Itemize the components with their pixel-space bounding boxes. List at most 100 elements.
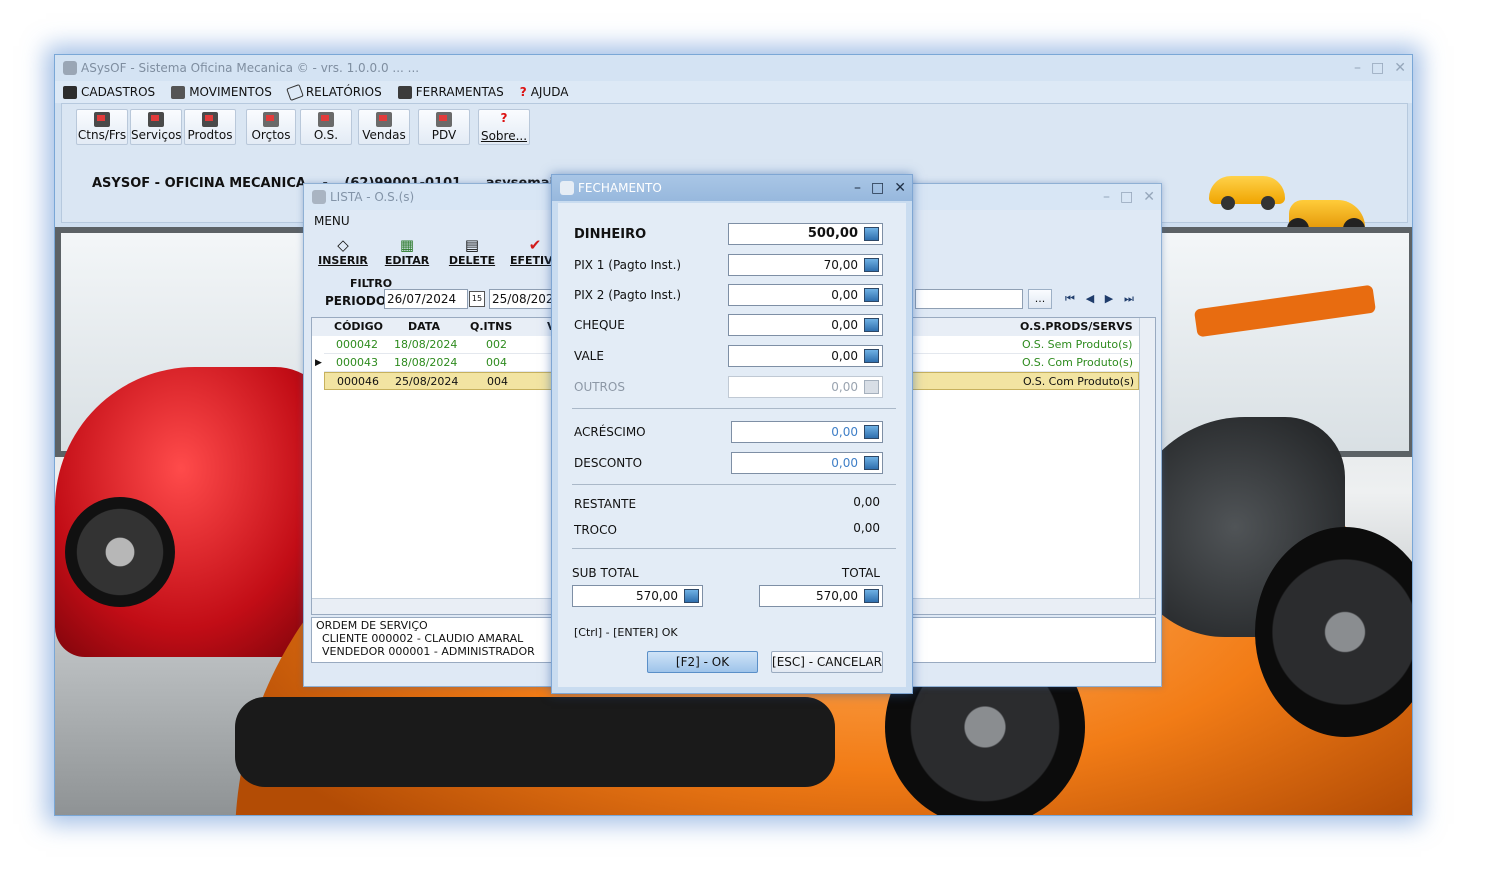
toolbar-produtos-button[interactable]: Prodtos [184,109,236,145]
restante-label: RESTANTE [574,497,637,511]
prev-record-icon[interactable]: ◀ [1082,289,1098,309]
calculator-icon[interactable] [864,318,879,332]
sobre-icon: ? [500,111,508,125]
title-bar: ASysOF - Sistema Oficina Mecanica © - vr… [55,55,1412,81]
calculator-icon[interactable] [864,349,879,363]
os-icon [318,112,334,127]
menu-cadastros[interactable]: CADASTROS [63,85,155,99]
menu-movimentos[interactable]: MOVIMENTOS [171,85,272,99]
ok-button[interactable]: [F2] - OK [647,651,758,673]
trash-icon: ▤ [464,236,480,254]
ellipsis-button[interactable]: ... [1028,289,1052,309]
row-qitns: 004 [487,375,508,388]
maximize-icon[interactable]: □ [1371,55,1384,81]
fechamento-title: FECHAMENTO [578,181,662,195]
fechamento-maximize-icon[interactable]: □ [871,175,884,201]
col-codigo-header[interactable]: CÓDIGO [334,318,384,336]
menu-bar: CADASTROS MOVIMENTOS RELATÓRIOS FERRAMEN… [55,81,1412,103]
toolbar-os-button[interactable]: O.S. [300,109,352,145]
menu-relatorios[interactable]: RELATÓRIOS [286,83,382,101]
row-status: O.S. Sem Produto(s) [1022,338,1133,351]
menu-ferramentas[interactable]: FERRAMENTAS [397,85,504,99]
total-field[interactable]: 570,00 [759,585,883,607]
desconto-field[interactable]: 0,00 [731,452,883,474]
calculator-icon[interactable] [864,288,879,302]
pix2-label: PIX 2 (Pagto Inst.) [574,288,682,302]
desconto-label: DESCONTO [574,456,643,470]
acrescimo-field[interactable]: 0,00 [731,421,883,443]
inserir-button[interactable]: ◇ INSERIR [318,236,368,270]
col-data-header[interactable]: DATA [408,318,440,336]
last-record-icon[interactable]: ⏭ [1121,289,1137,309]
company-name: ASYSOF - OFICINA MECANICA [92,176,306,191]
app-icon [63,61,77,75]
pix1-label: PIX 1 (Pagto Inst.) [574,258,682,272]
row-data: 18/08/2024 [394,356,458,369]
restante-value: 0,00 [853,495,880,509]
vale-label: VALE [574,349,604,363]
minimize-icon[interactable]: – [1354,55,1361,81]
row-qitns: 002 [486,338,507,351]
close-icon[interactable]: ✕ [1394,55,1406,81]
fechamento-body: DINHEIRO 500,00 PIX 1 (Pagto Inst.) 70,0… [558,203,906,687]
row-data: 18/08/2024 [394,338,458,351]
acrescimo-label: ACRÉSCIMO [574,425,646,439]
date-from-input[interactable]: 26/07/2024 [384,289,468,309]
troco-value: 0,00 [853,521,880,535]
calculator-icon[interactable] [864,425,879,439]
shortcut-hint: [Ctrl] - [ENTER] OK [574,626,678,639]
calendar-icon[interactable]: 15 [469,291,485,307]
delete-button[interactable]: ▤ DELETE [447,236,497,270]
orange-car-grille [235,697,835,787]
vendas-icon [376,112,392,127]
row-codigo: 000046 [337,375,379,388]
pdv-icon [436,112,452,127]
toolbar-vendas-button[interactable]: Vendas [358,109,410,145]
editar-button[interactable]: ▦ EDITAR [382,236,432,270]
menu-ajuda[interactable]: ? AJUDA [520,85,569,99]
toolbar-pdv-button[interactable]: PDV [418,109,470,145]
row-status: O.S. Com Produto(s) [1023,375,1135,388]
movimentos-icon [171,85,186,99]
toolbar-orcamentos-button[interactable]: Orçtos [246,109,296,145]
total-label: TOTAL [841,566,880,580]
insert-icon: ◇ [337,236,349,254]
calculator-icon[interactable] [864,589,879,603]
fechamento-minimize-icon[interactable]: – [854,175,861,201]
row-status: O.S. Com Produto(s) [1022,356,1134,369]
lista-app-icon [312,190,326,204]
toolbar-servicos-button[interactable]: Serviços [130,109,182,145]
lista-close-icon[interactable]: ✕ [1143,184,1155,210]
red-car-wheel [65,497,175,607]
produtos-icon [202,112,218,127]
search-input[interactable] [915,289,1023,309]
toolbar-clientes-button[interactable]: Ctns/Frs [76,109,128,145]
col-qitns-header[interactable]: Q.ITNS [470,318,513,336]
toolbar-sobre-button[interactable]: ? Sobre... [478,109,530,145]
row-qitns: 004 [486,356,507,369]
calculator-icon[interactable] [864,456,879,470]
servicos-icon [148,112,164,127]
row-codigo: 000042 [336,338,378,351]
date-to-input[interactable]: 25/08/2024 [489,289,561,309]
first-record-icon[interactable]: ⏮ [1062,289,1078,309]
next-record-icon[interactable]: ▶ [1101,289,1117,309]
vale-field[interactable]: 0,00 [728,345,883,367]
calculator-icon[interactable] [864,258,879,272]
lista-minimize-icon[interactable]: – [1103,184,1110,210]
col-status-header[interactable]: O.S.PRODS/SERVS [1020,318,1133,336]
subtotal-field[interactable]: 570,00 [572,585,703,607]
pix2-field[interactable]: 0,00 [728,284,883,306]
cancel-button[interactable]: [ESC] - CANCELAR [771,651,883,673]
fechamento-close-icon[interactable]: ✕ [894,175,906,201]
relatorios-icon [286,83,304,101]
calculator-icon[interactable] [684,589,699,603]
dinheiro-field[interactable]: 500,00 [728,223,883,245]
lista-maximize-icon[interactable]: □ [1120,184,1133,210]
pix1-field[interactable]: 70,00 [728,254,883,276]
subtotal-label: SUB TOTAL [572,566,639,580]
calculator-icon[interactable] [864,227,879,241]
window-title: ASysOF - Sistema Oficina Mecanica © - vr… [81,61,420,75]
grid-vertical-scrollbar[interactable] [1139,318,1155,598]
cheque-field[interactable]: 0,00 [728,314,883,336]
